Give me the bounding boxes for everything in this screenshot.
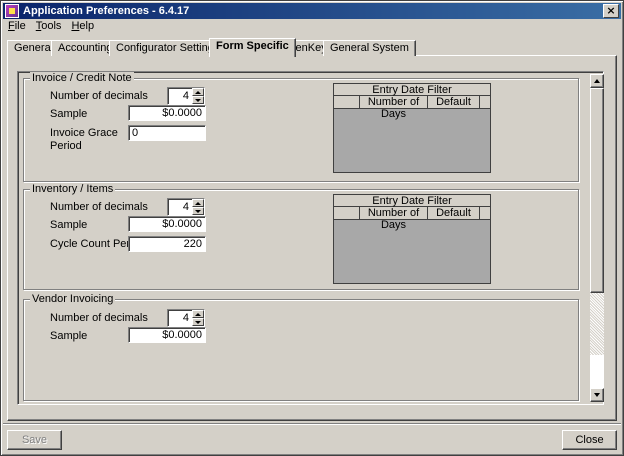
tab-general-system[interactable]: General System (323, 40, 416, 56)
menu-help[interactable]: Help (66, 19, 99, 33)
inventory-decimals-up-icon[interactable] (192, 199, 204, 207)
app-logo-icon (5, 4, 19, 18)
invoice-sample-label: Sample (50, 108, 88, 120)
invoice-grid-col-days[interactable]: Number of Days (360, 96, 428, 120)
menu-file[interactable]: File (3, 19, 31, 33)
close-button[interactable]: Close (562, 430, 617, 450)
invoice-grid-row-selector (334, 96, 360, 108)
invoice-group-title: Invoice / Credit Note (30, 72, 134, 84)
window-title: Application Preferences - 6.4.17 (23, 5, 190, 17)
inventory-group-title: Inventory / Items (30, 183, 116, 195)
inventory-items-group: Inventory / Items Number of decimals 4 S… (23, 183, 579, 290)
scroll-down-arrow-icon[interactable] (590, 388, 604, 402)
tab-form-specific[interactable]: Form Specific (209, 38, 296, 57)
vendor-decimals-value: 4 (182, 312, 189, 324)
scrollbar-thumb[interactable] (590, 88, 604, 293)
invoice-decimals-down-icon[interactable] (192, 96, 204, 104)
invoice-grid-header: Number of Days Default (334, 96, 490, 120)
save-button[interactable]: Save (7, 430, 62, 450)
scrollbar-track[interactable] (590, 293, 604, 355)
invoice-credit-note-group: Invoice / Credit Note Number of decimals… (23, 72, 579, 182)
vendor-decimals-down-icon[interactable] (192, 318, 204, 326)
inventory-grid-row-selector (334, 207, 360, 219)
inventory-sample-label: Sample (50, 219, 88, 231)
invoice-decimals-up-icon[interactable] (192, 88, 204, 96)
invoice-sample-field[interactable] (128, 105, 206, 121)
application-window: Application Preferences - 6.4.17 × File … (0, 0, 624, 456)
invoice-grace-field[interactable] (128, 125, 206, 141)
vendor-sample-field[interactable] (128, 327, 206, 343)
menu-file-mnemonic: F (8, 20, 15, 32)
vertical-scrollbar[interactable] (590, 74, 604, 402)
footer-divider (3, 423, 621, 425)
title-bar[interactable]: Application Preferences - 6.4.17 × (3, 3, 621, 19)
scroll-up-arrow-icon[interactable] (590, 74, 604, 88)
form-scroll-area: Invoice / Credit Note Number of decimals… (17, 71, 604, 405)
invoice-decimals-stepper[interactable]: 4 (167, 87, 205, 105)
invoice-grid-col-default[interactable]: Default (428, 96, 480, 108)
invoice-decimals-label: Number of decimals (50, 90, 148, 102)
inventory-entry-date-filter-grid[interactable]: Entry Date Filter Number of Days Default (333, 194, 491, 284)
invoice-entry-date-filter-grid[interactable]: Entry Date Filter Number of Days Default (333, 83, 491, 173)
invoice-grace-label: Invoice Grace Period (50, 127, 118, 152)
inventory-cycle-field[interactable] (128, 236, 206, 252)
vendor-decimals-spin (192, 310, 204, 326)
inventory-decimals-value: 4 (182, 201, 189, 213)
invoice-grid-caption: Entry Date Filter (334, 84, 490, 96)
invoice-decimals-spin (192, 88, 204, 104)
vendor-group-title: Vendor Invoicing (30, 293, 116, 305)
inventory-grid-col-days[interactable]: Number of Days (360, 207, 428, 231)
inventory-grid-header: Number of Days Default (334, 207, 490, 231)
menu-help-label: elp (79, 20, 95, 32)
inventory-grid-caption: Entry Date Filter (334, 195, 490, 207)
menu-tools[interactable]: Tools (31, 19, 67, 33)
vendor-decimals-stepper[interactable]: 4 (167, 309, 205, 327)
vendor-decimals-up-icon[interactable] (192, 310, 204, 318)
vendor-invoicing-group: Vendor Invoicing Number of decimals 4 Sa… (23, 293, 579, 401)
vendor-sample-label: Sample (50, 330, 88, 342)
inventory-grid-col-default[interactable]: Default (428, 207, 480, 219)
menu-bar: File Tools Help (3, 19, 99, 33)
inventory-sample-field[interactable] (128, 216, 206, 232)
invoice-decimals-value: 4 (182, 90, 189, 102)
window-close-button[interactable]: × (603, 4, 619, 18)
inventory-decimals-stepper[interactable]: 4 (167, 198, 205, 216)
menu-file-label: ile (14, 20, 26, 32)
inventory-decimals-down-icon[interactable] (192, 207, 204, 215)
inventory-decimals-spin (192, 199, 204, 215)
inventory-decimals-label: Number of decimals (50, 201, 148, 213)
menu-tools-label: ools (41, 20, 62, 32)
vendor-decimals-label: Number of decimals (50, 312, 148, 324)
